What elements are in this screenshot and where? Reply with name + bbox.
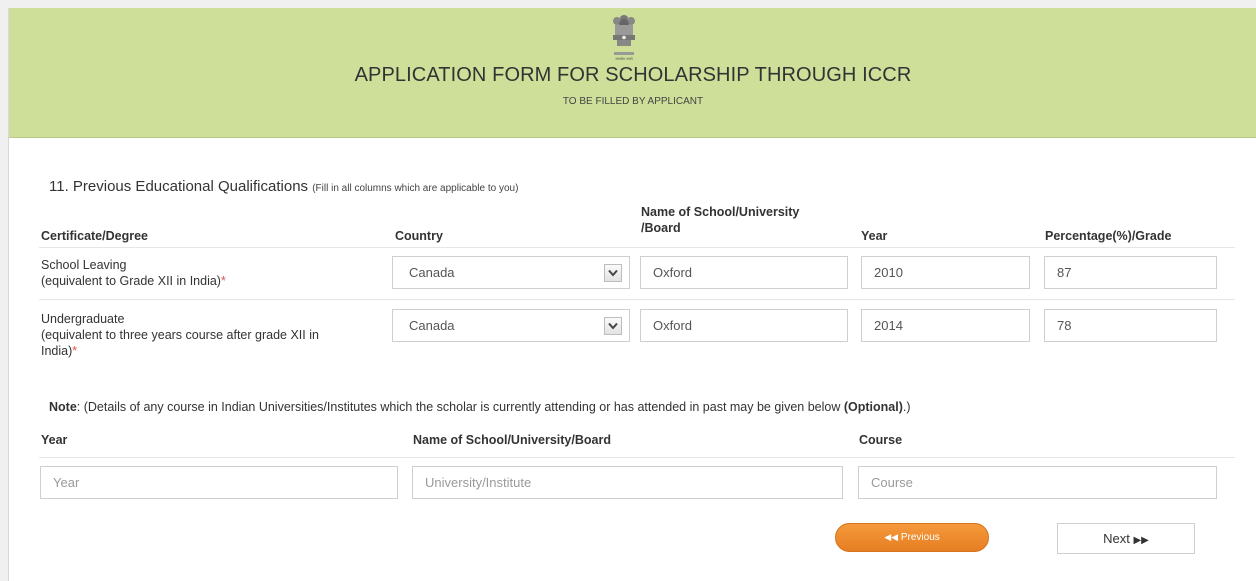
course-name-input[interactable] [858,466,1217,499]
course-institute-input[interactable] [412,466,843,499]
page-subtitle: TO BE FILLED BY APPLICANT [562,96,704,107]
chevron-down-icon[interactable] [604,317,622,335]
column-header-school-line2: /Board [641,221,681,235]
school-input-undergraduate[interactable] [640,309,848,342]
chevron-down-icon[interactable] [604,264,622,282]
country-select-undergraduate[interactable]: Canada [392,309,630,342]
column-header-school-line1: Name of School/University [641,205,800,219]
column-header-course: Course [859,433,903,447]
row-divider [39,299,1235,300]
next-button[interactable]: Next ▶▶ [1057,523,1195,554]
year-input-school-leaving[interactable] [861,256,1030,289]
previous-button[interactable]: ◀◀ Previous [835,523,989,552]
table-header-divider [39,247,1235,248]
section-title-text: 11. Previous Educational Qualifications [49,178,309,195]
percentage-input-school-leaving[interactable] [1044,256,1217,289]
column-header-certificate: Certificate/Degree [41,229,148,243]
school-input-school-leaving[interactable] [640,256,848,289]
country-select-value: Canada [409,318,455,333]
svg-text:सत्यमेव जयते: सत्यमेव जयते [615,56,633,61]
column-header-course-school: Name of School/University/Board [413,433,611,447]
column-header-year: Year [861,229,888,243]
double-chevron-left-icon: ◀◀ [884,532,899,542]
column-header-course-year: Year [41,433,68,447]
row-label-school-leaving: School Leaving (equivalent to Grade XII … [41,258,226,288]
column-header-school: Name of School/University /Board [641,204,799,236]
national-emblem-icon: सत्यमेव जयते [613,15,635,61]
percentage-input-undergraduate[interactable] [1044,309,1217,342]
row-label-undergraduate: Undergraduate (equivalent to three years… [41,312,319,358]
column-header-percentage: Percentage(%)/Grade [1045,229,1172,243]
application-page: सत्यमेव जयते APPLICATION FORM FOR SCHOLA… [8,8,1256,581]
page-header: सत्यमेव जयते APPLICATION FORM FOR SCHOLA… [9,8,1256,138]
page-title: APPLICATION FORM FOR SCHOLARSHIP THROUGH… [354,64,912,86]
optional-courses-note: Note: (Details of any course in Indian U… [49,400,911,414]
section-hint: (Fill in all columns which are applicabl… [312,183,519,194]
double-chevron-right-icon: ▶▶ [1133,535,1149,546]
country-select-school-leaving[interactable]: Canada [392,256,630,289]
course-year-input[interactable] [40,466,398,499]
required-mark: * [220,274,226,288]
year-input-undergraduate[interactable] [861,309,1030,342]
previous-button-label: Previous [900,532,940,543]
column-header-country: Country [395,229,443,243]
next-button-label: Next [1103,531,1130,546]
country-select-value: Canada [409,265,455,280]
section-title: 11. Previous Educational Qualifications … [49,178,518,195]
required-mark: * [72,344,78,358]
table-header-divider [39,457,1235,458]
